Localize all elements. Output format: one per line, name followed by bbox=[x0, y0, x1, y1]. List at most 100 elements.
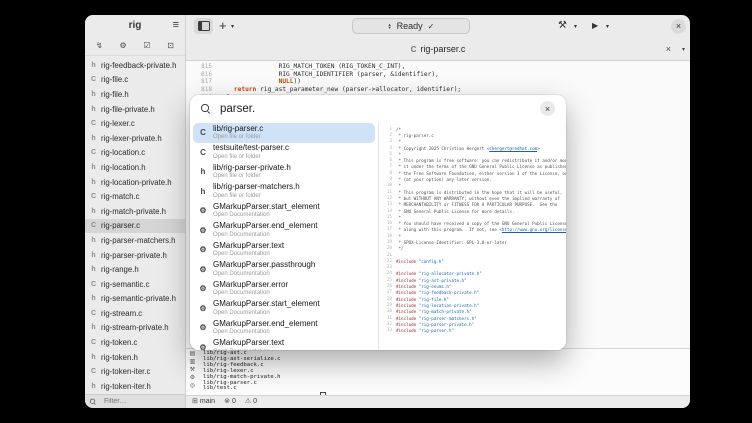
file-item[interactable]: hrig-location.h bbox=[85, 160, 185, 175]
search-result[interactable]: ⚙GMarkupParser.textOpen Documentation bbox=[193, 338, 375, 351]
project-file-list: hrig-feedback-private.hCrig-file.chrig-f… bbox=[85, 56, 185, 394]
search-result[interactable]: hlib/rig-parser-private.hOpen file or fo… bbox=[193, 162, 375, 182]
panel-tab-strip: ▤▥⚒⚙◎ bbox=[186, 349, 199, 397]
search-result[interactable]: ⚙GMarkupParser.start_elementOpen Documen… bbox=[193, 201, 375, 221]
toggle-sidebar-button[interactable] bbox=[194, 18, 213, 34]
file-item[interactable]: Crig-file.c bbox=[85, 73, 185, 88]
file-item[interactable]: hrig-parser-matchers.h bbox=[85, 233, 185, 248]
filter-bar[interactable] bbox=[85, 394, 185, 408]
file-name: rig-file.c bbox=[101, 75, 128, 84]
file-item[interactable]: hrig-token-iter.h bbox=[85, 379, 185, 394]
search-result[interactable]: ⚙GMarkupParser.start_elementOpen Documen… bbox=[193, 299, 375, 319]
result-subtitle: Open Documentation bbox=[213, 251, 284, 258]
new-tab-caret-icon[interactable]: ▾ bbox=[231, 23, 234, 30]
file-item[interactable]: Crig-match.c bbox=[85, 189, 185, 204]
code-token: * bbox=[396, 183, 401, 188]
search-result[interactable]: Ctestsuite/test-parser.cOpen file or fol… bbox=[193, 143, 375, 163]
file-item[interactable]: h rig-file-private.h bbox=[85, 102, 185, 117]
build-button[interactable]: ⚒ bbox=[558, 20, 567, 32]
search-result[interactable]: ⚙GMarkupParser.textOpen Documentation bbox=[193, 240, 375, 260]
file-item[interactable]: Crig-parser.c bbox=[85, 219, 185, 234]
file-item[interactable]: hrig-match-private.h bbox=[85, 204, 185, 219]
build-log-icon[interactable]: ⚒ bbox=[190, 367, 195, 374]
code-token: "rig-ast-private.h" bbox=[419, 278, 467, 283]
file-item[interactable]: Crig-lexer.c bbox=[85, 116, 185, 131]
notes-icon[interactable]: ⊡ bbox=[167, 42, 174, 50]
build-caret-icon[interactable]: ▾ bbox=[574, 23, 577, 30]
file-item[interactable]: hrig-range.h bbox=[85, 262, 185, 277]
run-caret-icon[interactable]: ▾ bbox=[606, 23, 609, 30]
file-name: rig-file-private.h bbox=[101, 105, 155, 114]
preview-line: 7 * it under the terms of the GNU Genera… bbox=[379, 164, 566, 170]
todo-icon[interactable]: ☑ bbox=[143, 42, 150, 50]
output-icon[interactable]: ▥ bbox=[190, 359, 196, 366]
file-item[interactable]: Crig-location.c bbox=[85, 146, 185, 161]
search-result[interactable]: ⚙GMarkupParser.errorOpen Documentation bbox=[193, 279, 375, 299]
tab-list-caret-icon[interactable]: ▾ bbox=[682, 46, 685, 53]
code-token: #include bbox=[396, 259, 419, 264]
error-counter: ⊗ 0 bbox=[224, 398, 236, 406]
file-type-icon: C bbox=[90, 339, 97, 346]
result-subtitle: Open file or folder bbox=[213, 134, 263, 141]
code-line: 817 NULL)) bbox=[186, 78, 690, 86]
result-title: GMarkupParser.start_element bbox=[213, 203, 320, 212]
search-result[interactable]: Clib/rig-parser.cOpen file or folder bbox=[193, 123, 375, 143]
result-subtitle: Open Documentation bbox=[213, 212, 320, 219]
file-item[interactable]: hrig-token.h bbox=[85, 350, 185, 365]
filter-input[interactable] bbox=[102, 397, 176, 406]
run-button[interactable]: ▶ bbox=[592, 21, 598, 31]
preview-text: * but WITHOUT ANY WARRANTY; without even… bbox=[396, 196, 560, 201]
file-type-icon: h bbox=[90, 383, 97, 390]
code-token: #include bbox=[396, 309, 419, 314]
settings-icon[interactable]: ⚙ bbox=[190, 375, 195, 382]
file-name: rig-parser-private.h bbox=[101, 251, 167, 260]
file-item[interactable]: Crig-token.c bbox=[85, 335, 185, 350]
file-item[interactable]: Crig-token-iter.c bbox=[85, 364, 185, 379]
run-icon[interactable]: ↯ bbox=[96, 42, 103, 50]
hamburger-menu-icon[interactable]: ≡ bbox=[173, 18, 179, 32]
search-input[interactable] bbox=[218, 102, 532, 116]
new-tab-button[interactable]: + bbox=[219, 18, 227, 34]
gear-icon[interactable]: ⚙ bbox=[119, 42, 126, 50]
code-token: * bbox=[396, 215, 401, 220]
search-result[interactable]: ⚙GMarkupParser.passthroughOpen Documenta… bbox=[193, 260, 375, 280]
result-texts: lib/rig-parser-matchers.hOpen file or fo… bbox=[213, 183, 300, 199]
code-token: * but WITHOUT ANY WARRANTY; without even… bbox=[396, 196, 560, 201]
file-item[interactable]: hrig-lexer-private.h bbox=[85, 131, 185, 146]
file-item[interactable]: hrig-semantic-private.h bbox=[85, 292, 185, 307]
omnibar-status-button[interactable]: ▲▼ Ready ✓ bbox=[352, 18, 470, 34]
file-item[interactable]: hrig-file.h bbox=[85, 87, 185, 102]
popover-close-button[interactable]: × bbox=[540, 101, 555, 116]
result-title: GMarkupParser.end_element bbox=[213, 320, 318, 329]
search-result[interactable]: ⚙GMarkupParser.end_elementOpen Documenta… bbox=[193, 318, 375, 338]
search-result[interactable]: ⚙GMarkupParser.end_elementOpen Documenta… bbox=[193, 221, 375, 241]
terminal[interactable]: lib/rig-ast.clib/rig-ast-serialize.clib/… bbox=[199, 349, 690, 397]
search-result[interactable]: hlib/rig-parser-matchers.hOpen file or f… bbox=[193, 182, 375, 202]
file-item[interactable]: Crig-semantic.c bbox=[85, 277, 185, 292]
line-number: 27 bbox=[379, 290, 396, 295]
search-icon[interactable]: ◎ bbox=[190, 383, 195, 390]
code-token: * along with this program. If not, see < bbox=[396, 227, 502, 232]
result-type-icon: h bbox=[198, 167, 208, 176]
file-item[interactable]: hrig-feedback-private.h bbox=[85, 58, 185, 73]
file-item[interactable]: hrig-parser-private.h bbox=[85, 248, 185, 263]
active-tab-label[interactable]: rig-parser.c bbox=[420, 44, 465, 54]
file-name: rig-location.c bbox=[101, 148, 145, 157]
preview-text: * Copyright 2025 Christian Hergert <cher… bbox=[396, 146, 540, 151]
window-close-button[interactable]: × bbox=[671, 19, 686, 34]
terminal-icon[interactable]: ▤ bbox=[190, 351, 196, 358]
preview-text: #include "rig-ast-private.h" bbox=[396, 278, 467, 283]
preview-text: #include "rig-location-private.h" bbox=[396, 303, 479, 308]
file-item[interactable]: hrig-stream-private.h bbox=[85, 321, 185, 336]
line-number: 31 bbox=[379, 316, 396, 321]
file-item[interactable]: hrig-location-private.h bbox=[85, 175, 185, 190]
branch-button[interactable]: ⊞ main bbox=[192, 398, 215, 406]
line-number: 17 bbox=[379, 227, 396, 232]
tab-close-button[interactable]: × bbox=[666, 44, 671, 54]
file-type-icon: h bbox=[90, 106, 97, 113]
code-token: "config.h" bbox=[419, 259, 444, 264]
global-search-popover: × Clib/rig-parser.cOpen file or folderCt… bbox=[190, 95, 566, 350]
project-title: rig bbox=[129, 20, 142, 31]
file-item[interactable]: Crig-stream.c bbox=[85, 306, 185, 321]
line-number: 22 bbox=[379, 259, 396, 264]
